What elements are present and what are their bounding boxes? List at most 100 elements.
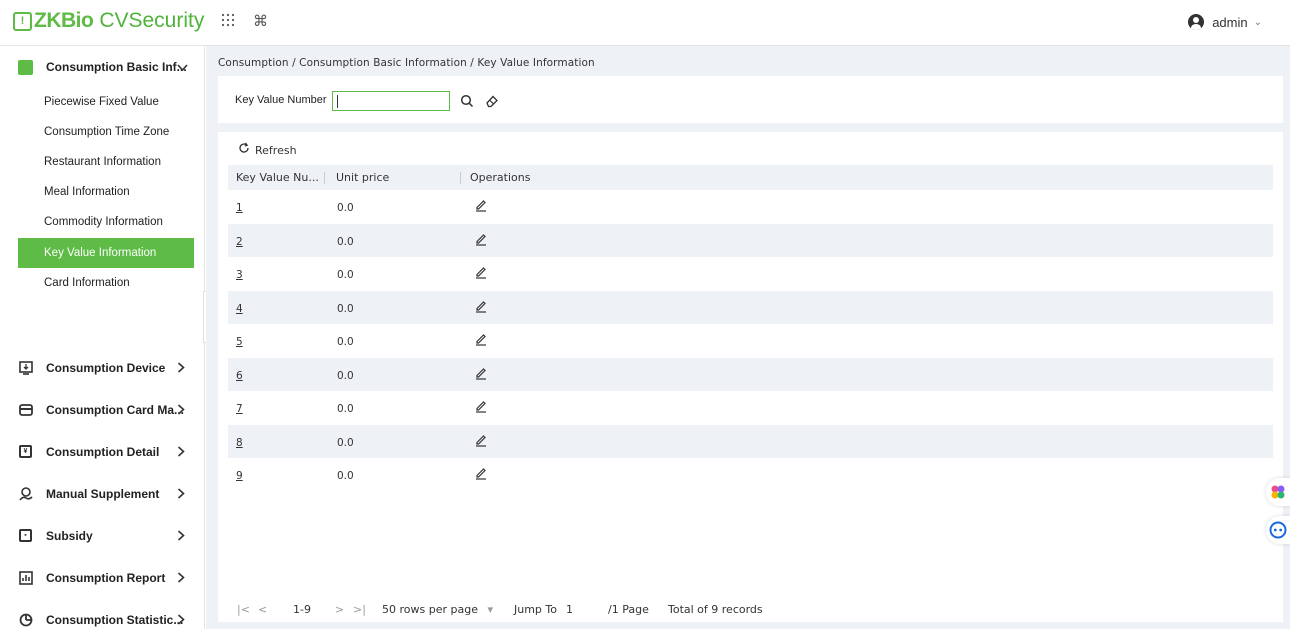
sidebar-item-label: Consumption Time Zone	[44, 126, 170, 138]
sidebar-item-label: Meal Information	[44, 186, 130, 198]
last-page-button[interactable]: >|	[353, 603, 366, 616]
sidebar-item-key-value-information[interactable]: Key Value Information	[18, 238, 194, 268]
first-page-button[interactable]: |<	[237, 603, 250, 616]
chevron-right-icon	[177, 612, 185, 628]
menu-subsidy[interactable]: ▪ Subsidy	[0, 516, 205, 556]
unit-price-cell: 0.0	[337, 269, 354, 281]
key-value-number-input[interactable]	[332, 91, 450, 111]
sidebar: Consumption Basic Inf... Piecewise Fixed…	[0, 46, 205, 629]
chevron-right-icon	[177, 402, 185, 418]
key-value-link[interactable]: 2	[236, 236, 243, 248]
edit-icon[interactable]	[473, 197, 489, 213]
chevron-right-icon	[177, 486, 185, 502]
menu-label: Consumption Basic Inf...	[46, 60, 187, 74]
edit-icon[interactable]	[473, 398, 489, 414]
column-divider	[460, 172, 461, 184]
user-menu[interactable]: admin ⌄	[1188, 14, 1262, 30]
menu-manual-supplement[interactable]: Manual Supplement	[0, 474, 205, 514]
column-header-operations: Operations	[470, 171, 531, 184]
key-value-link[interactable]: 3	[236, 269, 243, 281]
statistic-icon	[18, 612, 33, 627]
table-row[interactable]: 2 0.0	[228, 223, 1273, 257]
key-value-link[interactable]: 5	[236, 336, 243, 348]
app-logo[interactable]: ! ZKBio CVSecurity	[13, 9, 204, 33]
key-value-link[interactable]: 1	[236, 202, 243, 214]
table-row[interactable]: 3 0.0	[228, 257, 1273, 291]
sidebar-item-card-information[interactable]: Card Information	[0, 268, 205, 298]
menu-consumption-basic-info[interactable]: Consumption Basic Inf...	[0, 48, 205, 86]
table-row[interactable]: 7 0.0	[228, 391, 1273, 425]
edit-icon[interactable]	[473, 298, 489, 314]
unit-price-cell: 0.0	[337, 436, 354, 449]
user-avatar-icon	[1188, 14, 1205, 30]
list-panel: Refresh Key Value Nu... Unit price Opera…	[218, 132, 1283, 622]
table-row[interactable]: 4 0.0	[228, 290, 1273, 324]
key-value-link[interactable]: 8	[236, 437, 243, 449]
edit-icon[interactable]	[473, 264, 489, 280]
edit-icon[interactable]	[473, 432, 489, 448]
table-row[interactable]: 8 0.0	[228, 424, 1273, 458]
report-icon	[18, 570, 33, 585]
chat-bot-button[interactable]	[1266, 516, 1290, 544]
clear-button[interactable]	[481, 90, 503, 112]
menu-label: Consumption Report	[46, 571, 166, 585]
top-header: ! ZKBio CVSecurity ⌘ admin ⌄	[0, 0, 1290, 46]
menu-label: Manual Supplement	[46, 487, 160, 501]
sidebar-item-meal-information[interactable]: Meal Information	[0, 177, 205, 207]
ai-brain-button[interactable]	[1266, 478, 1290, 506]
sidebar-item-label: Commodity Information	[44, 216, 163, 228]
breadcrumb: Consumption / Consumption Basic Informat…	[218, 57, 595, 69]
column-header-key-value-number[interactable]: Key Value Nu...	[236, 171, 319, 184]
unit-price-cell: 0.0	[337, 470, 354, 482]
menu-label: Consumption Card Ma...	[46, 403, 184, 417]
refresh-label: Refresh	[255, 143, 297, 157]
menu-label: Consumption Device	[46, 361, 166, 375]
jump-to-value: 1	[566, 603, 573, 616]
search-panel: Key Value Number	[218, 76, 1283, 123]
menu-consumption-statistics[interactable]: Consumption Statistic...	[0, 600, 205, 629]
command-icon[interactable]: ⌘	[253, 12, 268, 30]
menu-consumption-report[interactable]: Consumption Report	[0, 558, 205, 598]
edit-icon[interactable]	[473, 465, 489, 481]
edit-icon[interactable]	[473, 331, 489, 347]
table-row[interactable]: 1 0.0	[228, 190, 1273, 224]
sidebar-item-commodity-information[interactable]: Commodity Information	[0, 207, 205, 237]
table-row[interactable]: 6 0.0	[228, 357, 1273, 391]
key-value-number-label: Key Value Number	[235, 94, 327, 106]
jump-to-input[interactable]: 1	[560, 600, 602, 617]
edit-icon[interactable]	[473, 365, 489, 381]
chevron-right-icon	[177, 360, 185, 376]
chevron-down-icon: ⌄	[1253, 16, 1262, 28]
unit-price-cell: 0.0	[337, 235, 354, 248]
chevron-down-icon: ▾	[487, 603, 494, 616]
sidebar-item-piecewise-fixed-value[interactable]: Piecewise Fixed Value	[0, 87, 205, 117]
prev-page-button[interactable]: <	[258, 603, 267, 616]
refresh-button[interactable]: Refresh	[238, 142, 297, 158]
menu-label: Consumption Detail	[46, 445, 160, 459]
key-value-link[interactable]: 9	[236, 470, 243, 482]
subsidy-icon: ▪	[18, 528, 33, 543]
menu-consumption-device[interactable]: Consumption Device	[0, 348, 205, 388]
chevron-down-icon	[177, 59, 188, 75]
edit-icon[interactable]	[473, 231, 489, 247]
search-icon	[460, 94, 474, 108]
jump-to-label: Jump To	[514, 603, 557, 616]
sidebar-item-label: Key Value Information	[44, 247, 157, 259]
key-value-link[interactable]: 4	[236, 303, 243, 315]
sidebar-item-restaurant-information[interactable]: Restaurant Information	[0, 147, 205, 177]
menu-label: Subsidy	[46, 529, 93, 543]
table-row[interactable]: 9 0.0	[228, 458, 1273, 492]
sidebar-item-consumption-time-zone[interactable]: Consumption Time Zone	[0, 117, 205, 147]
next-page-button[interactable]: >	[335, 603, 344, 616]
table-row[interactable]: 5 0.0	[228, 324, 1273, 358]
column-header-unit-price[interactable]: Unit price	[336, 171, 389, 184]
search-button[interactable]	[456, 90, 478, 112]
key-value-link[interactable]: 7	[236, 403, 243, 415]
menu-consumption-detail[interactable]: ¥ Consumption Detail	[0, 432, 205, 472]
menu-consumption-card-management[interactable]: Consumption Card Ma...	[0, 390, 205, 430]
rows-per-page-select[interactable]: 50 rows per page ▾	[382, 603, 493, 616]
total-records: Total of 9 records	[668, 603, 763, 616]
bot-icon	[1269, 521, 1287, 539]
grid-icon[interactable]	[221, 13, 235, 31]
key-value-link[interactable]: 6	[236, 370, 243, 382]
